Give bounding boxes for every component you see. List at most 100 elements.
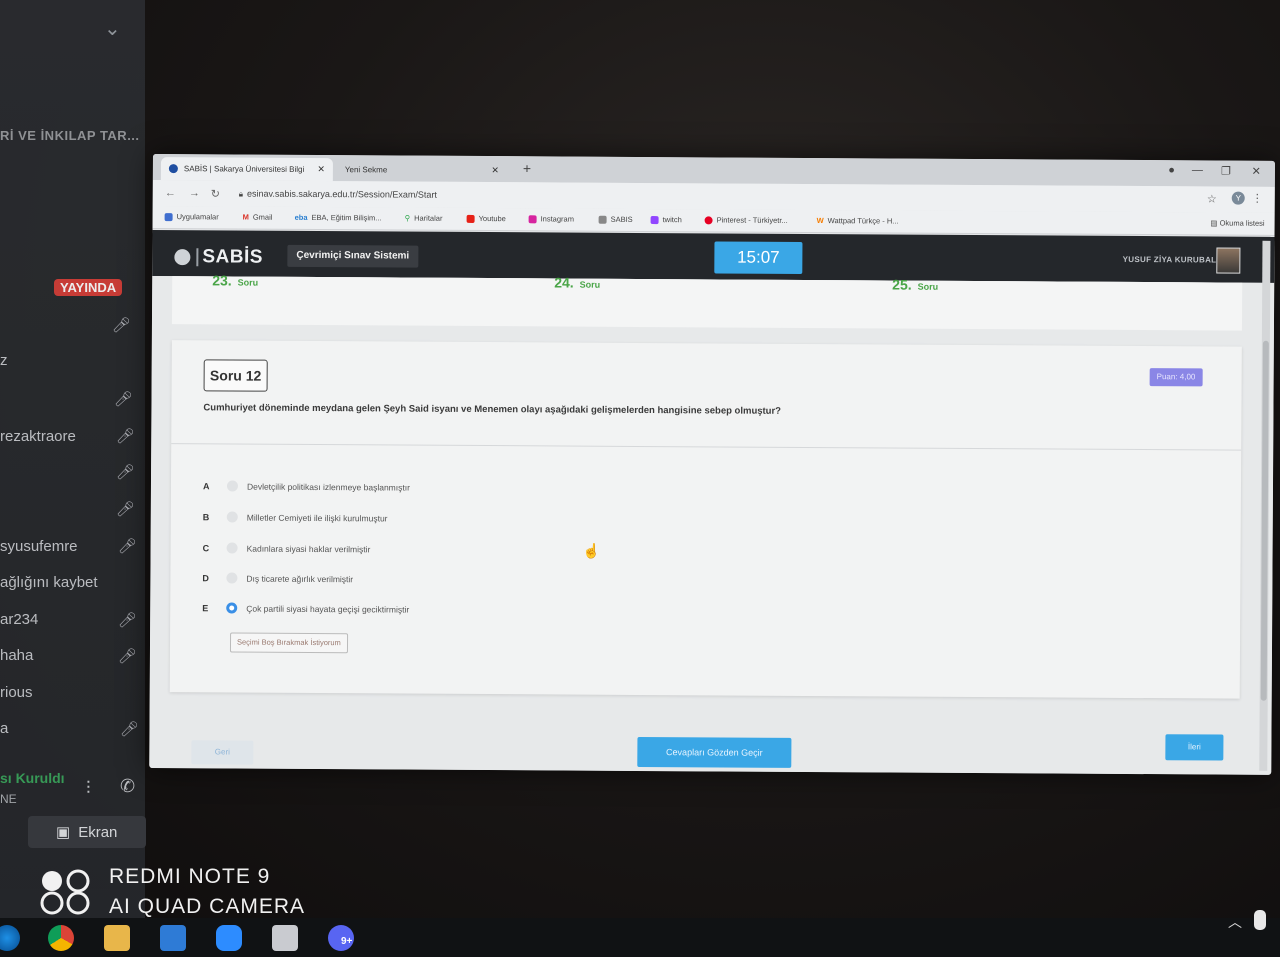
bookmark-label: Uygulamalar [176,212,219,222]
leave-blank-button[interactable]: Seçimi Boş Bırakmak İstiyorum [229,632,348,654]
tab-new[interactable]: Yeni Sekme ✕ [337,158,507,182]
voice-user[interactable]: rezaktraore [0,428,76,445]
voice-user[interactable]: ar234 [0,611,38,628]
microphone-icon[interactable] [1254,910,1266,930]
twitch-icon [650,215,659,224]
bookmark-sabis[interactable]: SABIS [598,214,633,224]
bookmark-label: twitch [662,215,682,225]
question-link-label: Soru [579,279,601,290]
question-link-label: Soru [917,281,939,292]
bookmark-label: Haritalar [414,213,443,223]
window-close-icon[interactable]: ✕ [1252,165,1261,178]
option-text: Milletler Cemiyeti ile ilişki kurulmuştu… [246,512,388,523]
bookmark-label: EBA, Eğitim Bilişim... [311,212,382,223]
maximize-icon[interactable]: ❐ [1221,165,1231,178]
file-explorer-icon[interactable] [104,925,130,951]
reading-list-label: Okuma listesi [1219,218,1265,228]
bookmark-maps[interactable]: ⚲ Haritalar [405,214,443,223]
question-link[interactable]: 24. Soru [554,274,600,290]
bookmark-eba[interactable]: eba EBA, Eğitim Bilişim... [295,213,382,223]
sabis-logo-text: SABİS [202,246,264,268]
voice-user[interactable]: rious [0,684,33,701]
voice-user[interactable]: ağlığını kaybet [0,574,98,591]
eba-icon: eba [294,212,308,222]
hand-cursor-icon: ☝ [582,542,601,559]
user-name[interactable]: YUSUF ZİYA KURUBAL [1123,255,1217,265]
option-text: Çok partili siyasi hayata geçişi gecikti… [246,603,410,615]
voice-user[interactable]: syusufemre [0,538,78,555]
prev-button[interactable]: Geri [191,740,254,765]
points-badge: Puan: 4,00 [1149,368,1203,387]
answer-option-e[interactable]: E Çok partili siyasi hayata geçişi gecik… [202,602,409,614]
option-letter: A [202,480,210,491]
option-radio-selected[interactable] [226,602,238,614]
bookmark-wattpad[interactable]: W Wattpad Türkçe - H... [817,216,899,226]
browser-window: SABİS | Sakarya Üniversitesi Bilgi ✕ Yen… [149,154,1275,775]
bookmark-youtube[interactable]: Youtube [466,214,506,223]
forward-icon[interactable]: → [189,187,200,199]
close-icon[interactable]: ✕ [491,165,499,176]
profile-avatar[interactable]: Y [1231,191,1245,205]
bookmark-twitch[interactable]: twitch [650,215,682,225]
tray-chevron-icon[interactable]: ︿ [1228,912,1242,932]
voice-user[interactable]: z [0,352,8,369]
option-letter: C [202,542,210,553]
muted-mic-icon: 🎤︎ [116,501,136,518]
muted-mic-icon: 🎤︎ [114,391,134,408]
option-radio[interactable] [226,511,238,523]
voice-user[interactable]: haha [0,647,33,664]
avatar[interactable] [1216,247,1241,274]
new-tab-icon[interactable]: + [523,160,531,176]
disconnect-icon[interactable]: ✆ [120,776,135,797]
option-radio[interactable] [226,480,239,492]
back-icon[interactable]: ← [165,187,176,199]
answer-option-c[interactable]: C Kadınlara siyasi haklar verilmiştir [203,542,371,554]
menu-icon[interactable]: ⋮ [1252,192,1263,205]
exam-timer: 15:07 [714,241,803,274]
bookmark-label: Pinterest - Türkiyetr... [716,215,788,225]
screen-share-button[interactable]: ▣ Ekran [28,816,146,848]
review-answers-button[interactable]: Cevapları Gözden Geçir [637,736,792,768]
option-letter: E [202,602,209,613]
tab-sabis[interactable]: SABİS | Sakarya Üniversitesi Bilgi ✕ [160,157,333,182]
option-radio[interactable] [226,572,238,584]
chevron-down-icon[interactable]: ⌄ [104,16,121,41]
lock-icon: 🔒︎ [238,189,244,199]
sabis-favicon-icon [168,164,178,174]
option-text: Dış ticarete ağırlık verilmiştir [246,573,354,584]
voice-connected-status: sı Kuruldı [0,770,65,786]
option-letter: D [202,572,209,583]
bookmark-instagram[interactable]: Instagram [528,214,574,224]
mail-icon[interactable] [160,925,186,951]
reading-list[interactable]: ▤ Okuma listesi [1210,218,1264,227]
next-button[interactable]: İleri [1165,734,1224,761]
taskbar [0,918,1280,957]
gmail-icon: M [242,212,249,222]
option-radio[interactable] [226,542,238,554]
previous-questions-strip [171,276,1243,331]
media-control-icon[interactable]: ● [1168,164,1175,176]
answer-option-b[interactable]: B Milletler Cemiyeti ile ilişki kurulmuş… [203,511,388,523]
noise-suppression-icon[interactable]: ⫶ [86,778,91,799]
bookmark-label: SABIS [610,214,633,224]
bookmark-pinterest[interactable]: Pinterest - Türkiyetr... [704,215,788,225]
answer-option-a[interactable]: A Devletçilik politikası izlenmeye başla… [203,480,410,492]
bookmark-star-icon[interactable]: ☆ [1207,192,1217,205]
minimize-icon[interactable]: — [1192,164,1203,176]
bookmark-apps[interactable]: Uygulamalar [164,212,219,222]
option-letter: B [202,511,210,522]
voice-channel-sidebar: ⌄ Rİ VE İNKILAP TAR... YAYINDA 🎤︎ z 🎤︎ r… [0,0,146,957]
voice-user[interactable]: a [0,720,8,737]
question-link[interactable]: 23. Soru [212,272,258,288]
voice-server-name: NE [0,792,17,806]
question-link[interactable]: 25. Soru [892,277,938,293]
live-badge: YAYINDA [54,279,123,296]
reload-icon[interactable]: ↻ [211,187,220,200]
store-icon[interactable] [272,925,298,951]
bookmark-gmail[interactable]: M Gmail [243,213,273,222]
answer-option-d[interactable]: D Dış ticarete ağırlık verilmiştir [202,572,353,584]
chrome-icon[interactable] [48,925,74,951]
close-icon[interactable]: ✕ [317,164,325,175]
zoom-icon[interactable] [216,925,242,951]
url-field[interactable]: 🔒︎ esinav.sabis.sakarya.edu.tr/Session/Ex… [239,189,437,201]
